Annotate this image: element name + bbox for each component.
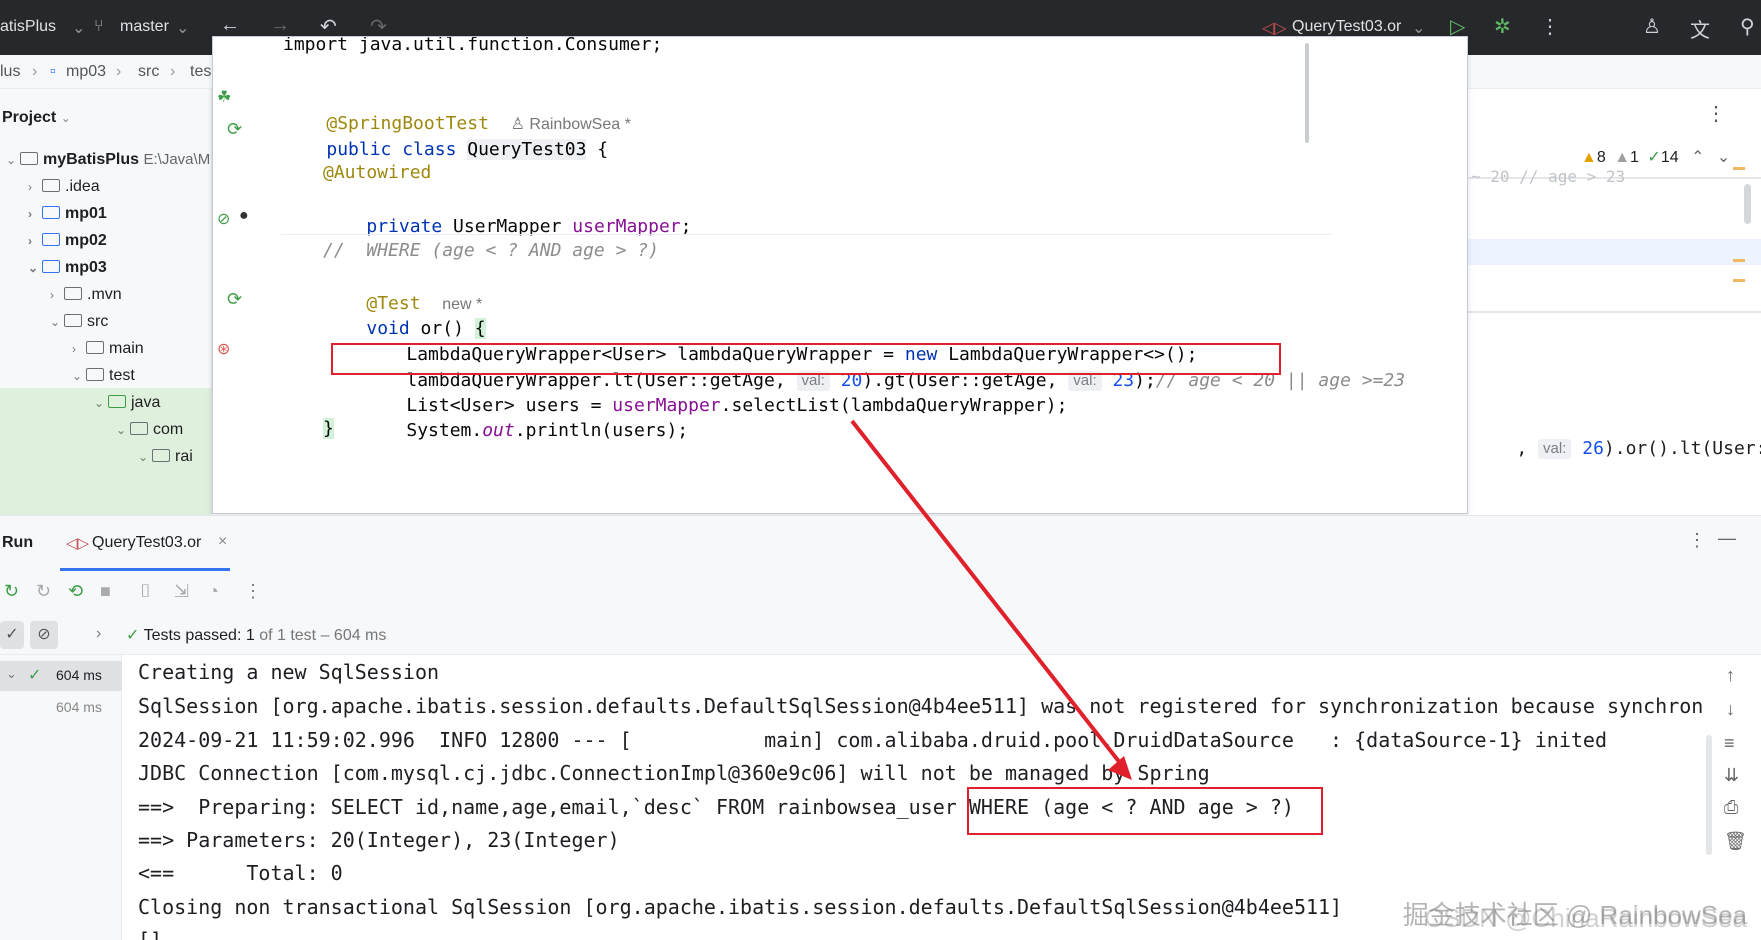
annotation-arrow: [850, 419, 1132, 780]
watermark: CSDN @ChinaRainbowSea 掘金技术社区 @ RainbowSe…: [1402, 900, 1747, 933]
arrow-head: [1108, 756, 1132, 780]
arrow-line: [850, 419, 1126, 770]
